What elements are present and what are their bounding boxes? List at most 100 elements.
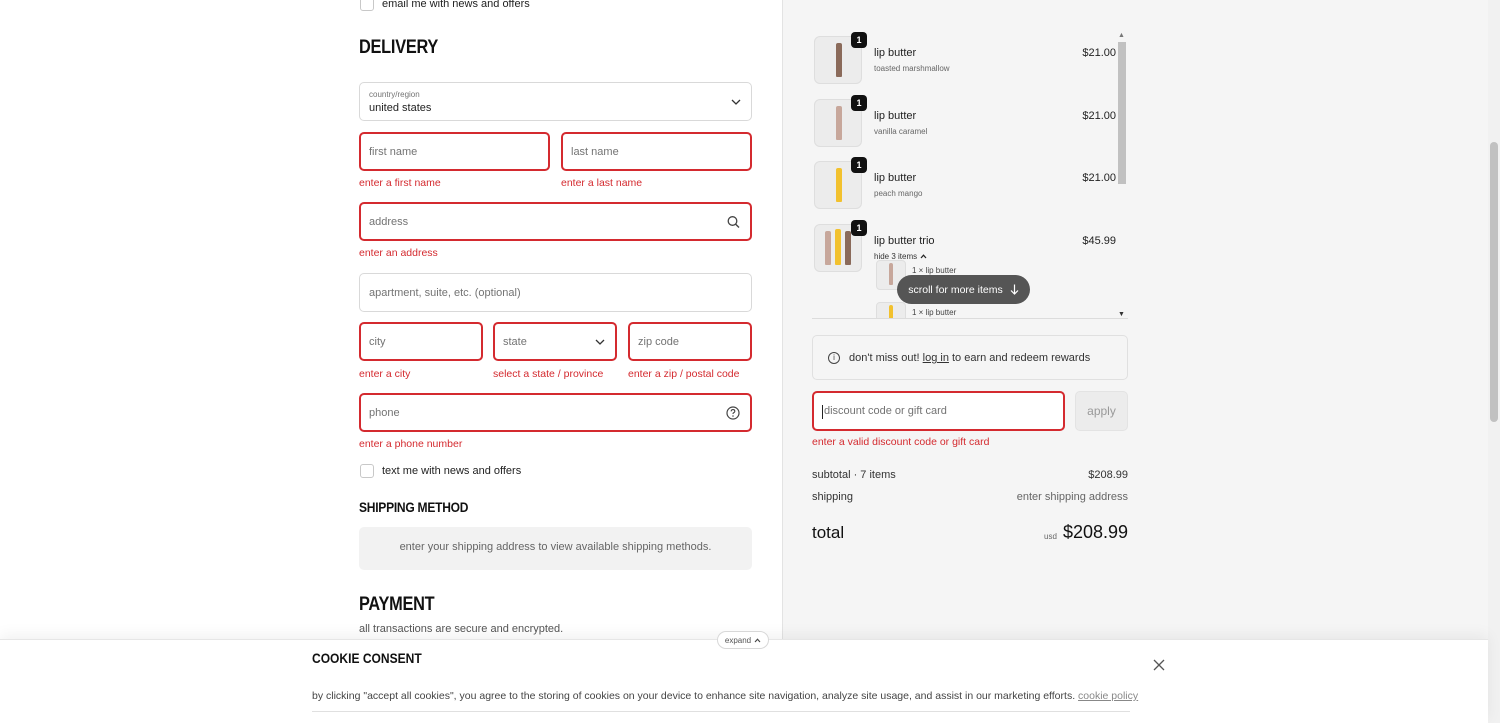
chevron-down-icon	[731, 99, 741, 105]
address-field[interactable]: address	[359, 202, 752, 241]
delivery-title: DELIVERY	[359, 37, 439, 58]
scroll-hint-label: scroll for more items	[908, 283, 1003, 296]
apartment-field[interactable]: apartment, suite, etc. (optional)	[359, 273, 752, 312]
expand-button[interactable]: expand	[717, 631, 769, 649]
login-link[interactable]: log in	[923, 352, 949, 364]
subtotal-label: subtotal · 7 items	[812, 469, 896, 481]
subtotal-value: $208.99	[1088, 469, 1128, 481]
arrow-down-icon	[1010, 284, 1019, 295]
last-name-field[interactable]: last name	[561, 132, 752, 171]
last-name-error: enter a last name	[561, 177, 643, 189]
item-name: lip butter	[874, 172, 917, 184]
payment-title: PAYMENT	[359, 594, 435, 615]
shipping-method-title: SHIPPING METHOD	[359, 499, 469, 515]
item-price: $21.00	[1082, 47, 1116, 59]
items-scrollbar-thumb[interactable]	[1118, 42, 1126, 184]
bundle-sub-item: 1 × lip butter	[876, 302, 1076, 318]
payment-subtitle: all transactions are secure and encrypte…	[359, 623, 564, 635]
item-price: $45.99	[1082, 235, 1116, 247]
email-optin-checkbox[interactable]	[360, 0, 374, 11]
chevron-up-icon	[754, 637, 761, 642]
rewards-suffix: to earn and redeem rewards	[952, 352, 1091, 364]
items-scrollbar[interactable]: ▲ ▼	[1116, 32, 1128, 318]
shipping-value: enter shipping address	[1016, 491, 1128, 503]
search-icon	[727, 215, 740, 228]
last-name-placeholder: last name	[571, 145, 619, 158]
sub-item-label: 1 × lip butter	[912, 308, 957, 317]
discount-placeholder: discount code or gift card	[824, 405, 947, 417]
rewards-banner: i don't miss out! log in to earn and red…	[812, 335, 1128, 380]
shipping-method-box: enter your shipping address to view avai…	[359, 527, 752, 570]
chevron-up-icon	[920, 254, 927, 259]
chevron-down-icon	[595, 339, 605, 345]
scroll-down-arrow-icon[interactable]: ▼	[1118, 311, 1125, 318]
page-scrollbar-thumb[interactable]	[1490, 142, 1498, 422]
phone-placeholder: phone	[369, 406, 400, 419]
cart-item: 1 lip butter vanilla caramel $21.00	[812, 95, 1116, 147]
page-scrollbar[interactable]	[1488, 0, 1500, 723]
cookie-title: COOKIE CONSENT	[312, 650, 422, 666]
email-optin-label: email me with news and offers	[382, 0, 530, 10]
items-divider	[812, 318, 1128, 319]
quantity-badge: 1	[851, 220, 867, 236]
city-field[interactable]: city	[359, 322, 483, 361]
state-error: select a state / province	[493, 368, 604, 380]
shipping-method-message: enter your shipping address to view avai…	[399, 541, 712, 553]
cookie-text: by clicking "accept all cookies", you ag…	[312, 690, 1138, 702]
cookie-description: by clicking "accept all cookies", you ag…	[312, 690, 1076, 702]
sub-item-label: 1 × lip butter	[912, 266, 957, 275]
quantity-badge: 1	[851, 157, 867, 173]
subtotal-row: subtotal · 7 items $208.99	[812, 469, 1128, 481]
zip-placeholder: zip code	[638, 335, 679, 348]
zip-field[interactable]: zip code	[628, 322, 752, 361]
country-select[interactable]: country/region united states	[359, 82, 752, 121]
total-label: total	[812, 523, 845, 542]
item-name: lip butter	[874, 110, 917, 122]
scroll-up-arrow-icon[interactable]: ▲	[1118, 32, 1125, 39]
sub-item-thumbnail	[876, 302, 906, 318]
shipping-row: shipping enter shipping address	[812, 491, 1128, 503]
discount-input[interactable]: discount code or gift card	[812, 391, 1065, 431]
country-value: united states	[369, 102, 432, 114]
zip-error: enter a zip / postal code	[628, 368, 740, 380]
text-optin-checkbox[interactable]	[360, 464, 374, 478]
address-placeholder: address	[369, 215, 409, 228]
scroll-for-more-button[interactable]: scroll for more items	[897, 275, 1030, 304]
help-icon[interactable]	[726, 405, 740, 420]
phone-error: enter a phone number	[359, 438, 463, 450]
discount-error: enter a valid discount code or gift card	[812, 436, 990, 448]
city-error: enter a city	[359, 368, 411, 380]
total-value: $208.99	[1063, 522, 1129, 542]
expand-label: expand	[724, 635, 752, 645]
country-label: country/region	[369, 90, 420, 99]
text-cursor	[822, 405, 823, 419]
shipping-label: shipping	[812, 491, 853, 503]
close-icon[interactable]	[1152, 658, 1166, 672]
item-variant: peach mango	[874, 189, 923, 198]
first-name-placeholder: first name	[369, 145, 418, 158]
first-name-error: enter a first name	[359, 177, 441, 189]
item-name: lip butter trio	[874, 235, 935, 247]
item-variant: toasted marshmallow	[874, 64, 950, 73]
apply-button[interactable]: apply	[1075, 391, 1128, 431]
quantity-badge: 1	[851, 95, 867, 111]
item-variant: vanilla caramel	[874, 127, 928, 136]
phone-field[interactable]: phone	[359, 393, 752, 432]
cookie-divider	[312, 711, 1130, 712]
text-optin-label: text me with news and offers	[382, 465, 522, 477]
cookie-policy-link[interactable]: cookie policy	[1078, 690, 1138, 702]
cart-item: 1 lip butter peach mango $21.00	[812, 157, 1116, 209]
rewards-text: don't miss out! log in to earn and redee…	[849, 352, 1090, 364]
info-icon: i	[828, 352, 840, 364]
state-select[interactable]: state	[493, 322, 617, 361]
state-placeholder: state	[503, 335, 527, 348]
address-error: enter an address	[359, 247, 438, 259]
quantity-badge: 1	[851, 32, 867, 48]
first-name-field[interactable]: first name	[359, 132, 550, 171]
total-currency: usd	[1044, 532, 1057, 541]
item-price: $21.00	[1082, 110, 1116, 122]
apartment-placeholder: apartment, suite, etc. (optional)	[369, 286, 521, 299]
checkout-form: email me with news and offers DELIVERY c…	[0, 0, 782, 723]
cart-item: 1 lip butter toasted marshmallow $21.00	[812, 32, 1116, 84]
rewards-prefix: don't miss out!	[849, 352, 920, 364]
